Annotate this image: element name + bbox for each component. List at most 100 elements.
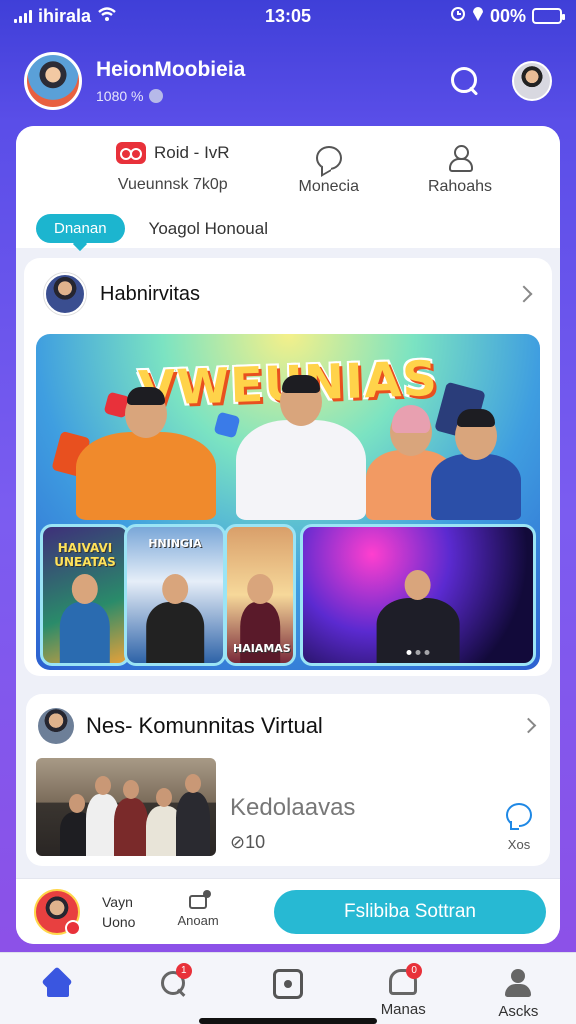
profile-avatar[interactable] bbox=[24, 52, 82, 110]
profile-info: HeionMoobieia 1080 % bbox=[96, 58, 245, 104]
tile-2[interactable]: HNINGIA bbox=[124, 524, 226, 666]
share-icon bbox=[189, 890, 212, 909]
photo-person bbox=[114, 798, 148, 856]
nav-search[interactable]: 1 bbox=[115, 953, 230, 1024]
tile-1-caption: HAIVAVI UNEATAS bbox=[54, 541, 116, 569]
status-right: 00% bbox=[450, 5, 565, 27]
status-bar: ihirala 13:05 00% bbox=[0, 0, 576, 32]
user-info: Vayn Uono bbox=[102, 892, 135, 932]
header-actions bbox=[448, 61, 552, 101]
stat-brand-sub: Vueunnsk 7k0p bbox=[117, 176, 228, 193]
community-photo bbox=[36, 758, 216, 856]
tile-1[interactable]: HAIVAVI UNEATAS bbox=[40, 524, 130, 666]
stat-brand-title: Roid - IvR bbox=[154, 143, 230, 162]
nav-notifications-label: Manas bbox=[380, 1001, 426, 1018]
profile-header: HeionMoobieia 1080 % bbox=[24, 50, 552, 112]
alarm-icon bbox=[450, 6, 466, 27]
account-avatar[interactable] bbox=[512, 61, 552, 101]
tile-4[interactable] bbox=[300, 524, 536, 666]
promo-banner[interactable]: VWEUNIAS HAIVAVI UNEATAS HNINGIA bbox=[36, 334, 540, 670]
stat-brand-head: Roid - IvR bbox=[116, 142, 230, 164]
banner-tiles: HAIVAVI UNEATAS HNINGIA HAIAMAS bbox=[40, 520, 536, 666]
nav-notifications[interactable]: 0 Manas bbox=[346, 953, 461, 1024]
nav-home[interactable] bbox=[0, 953, 115, 1024]
community-avatar bbox=[38, 708, 74, 744]
community-title: Nes- Komunnitas Virtual bbox=[86, 713, 323, 738]
signal-icon bbox=[14, 9, 32, 23]
action-bar: Vayn Uono Anoam Fslibiba Sottran bbox=[16, 878, 560, 944]
tab-other[interactable]: Yoagol Honoual bbox=[149, 219, 268, 239]
stats-row: Roid - IvR Vueunnsk 7k0p Monecia Rahoahs bbox=[36, 142, 540, 196]
home-icon bbox=[43, 969, 73, 997]
home-indicator bbox=[199, 1018, 377, 1024]
primary-cta-button[interactable]: Fslibiba Sottran bbox=[274, 889, 546, 934]
tile-person bbox=[59, 601, 111, 663]
banner-person-head bbox=[455, 409, 497, 460]
stat-people-label: Rahoahs bbox=[427, 178, 492, 195]
battery-percent: 00% bbox=[489, 5, 526, 26]
profile-subtitle-text: 1080 % bbox=[96, 88, 144, 104]
community-info: Kedolaavas ⊘10 bbox=[230, 758, 355, 856]
brand-logo-icon bbox=[116, 142, 146, 164]
nav-profile-label: Ascks bbox=[498, 1003, 539, 1020]
banner-person-head bbox=[390, 405, 432, 456]
chat-label: Xos bbox=[507, 837, 531, 852]
battery-icon bbox=[532, 8, 565, 24]
carousel-dots bbox=[406, 650, 430, 655]
camera-icon bbox=[273, 969, 303, 999]
main-panel: Roid - IvR Vueunnsk 7k0p Monecia Rahoahs… bbox=[16, 126, 560, 944]
nav-camera[interactable] bbox=[230, 953, 345, 1024]
user-line-1: Vayn bbox=[102, 893, 133, 910]
tabs-row: Dnanan Yoagol Honoual bbox=[36, 214, 540, 243]
stat-messages-label: Monecia bbox=[298, 178, 359, 195]
banner-person-head bbox=[280, 375, 322, 426]
verified-icon bbox=[149, 89, 164, 103]
community-header: Nes- Komunnitas Virtual bbox=[36, 706, 540, 746]
chevron-right-icon[interactable] bbox=[515, 285, 533, 303]
profile-subtitle: 1080 % bbox=[96, 88, 245, 104]
nav-notifications-badge: 0 bbox=[406, 963, 423, 979]
app-icon bbox=[213, 411, 241, 439]
user-avatar[interactable] bbox=[34, 888, 81, 936]
banner-person-head bbox=[125, 387, 167, 438]
community-body: Kedolaavas ⊘10 Xos bbox=[36, 758, 540, 856]
nav-profile[interactable]: Ascks bbox=[461, 953, 576, 1024]
tile-3[interactable]: HAIAMAS bbox=[224, 524, 296, 666]
user-line-2: Uono bbox=[102, 913, 136, 930]
tile-2-caption: HNINGIA bbox=[148, 537, 202, 550]
feed-title: Habnirvitas bbox=[100, 282, 201, 305]
carrier-label: ihirala bbox=[38, 5, 92, 26]
notification-dot bbox=[65, 919, 81, 936]
share-label: Anoam bbox=[177, 913, 219, 928]
community-name: Kedolaavas bbox=[230, 794, 356, 821]
community-card[interactable]: Nes- Komunnitas Virtual Kedolaavas ⊘10 X… bbox=[26, 694, 550, 866]
banner-person bbox=[76, 387, 216, 520]
nav-search-badge: 1 bbox=[175, 963, 192, 979]
feed-card: Habnirvitas VWEUNIAS HAIVAVI UNEATAS HNI… bbox=[24, 258, 552, 676]
person-icon bbox=[447, 144, 473, 172]
status-time: 13:05 bbox=[264, 5, 312, 26]
wifi-icon bbox=[97, 6, 117, 27]
community-count: ⊘10 bbox=[230, 832, 266, 852]
person-icon bbox=[504, 969, 532, 997]
chat-icon bbox=[315, 146, 342, 170]
photo-person bbox=[176, 792, 210, 856]
feed-card-header[interactable]: Habnirvitas bbox=[36, 272, 540, 316]
stat-messages[interactable]: Monecia bbox=[299, 142, 359, 196]
profile-name: HeionMoobieia bbox=[96, 58, 246, 81]
search-icon[interactable] bbox=[448, 64, 482, 98]
tab-active[interactable]: Dnanan bbox=[36, 214, 125, 243]
bottom-nav: 1 0 Manas Ascks bbox=[0, 952, 576, 1024]
summary-card: Roid - IvR Vueunnsk 7k0p Monecia Rahoahs… bbox=[16, 126, 560, 248]
stat-brand[interactable]: Roid - IvR Vueunnsk 7k0p bbox=[116, 142, 230, 194]
status-left: ihirala bbox=[14, 6, 117, 27]
stat-people[interactable]: Rahoahs bbox=[428, 142, 492, 196]
community-chat[interactable]: Xos bbox=[506, 758, 540, 856]
tile-person bbox=[146, 601, 204, 663]
banner-person bbox=[236, 375, 366, 520]
feed-avatar bbox=[44, 273, 86, 315]
banner-person bbox=[431, 409, 521, 520]
share-action[interactable]: Anoam bbox=[177, 890, 219, 928]
tile-3-caption: HAIAMAS bbox=[233, 642, 291, 655]
location-icon bbox=[472, 6, 484, 27]
